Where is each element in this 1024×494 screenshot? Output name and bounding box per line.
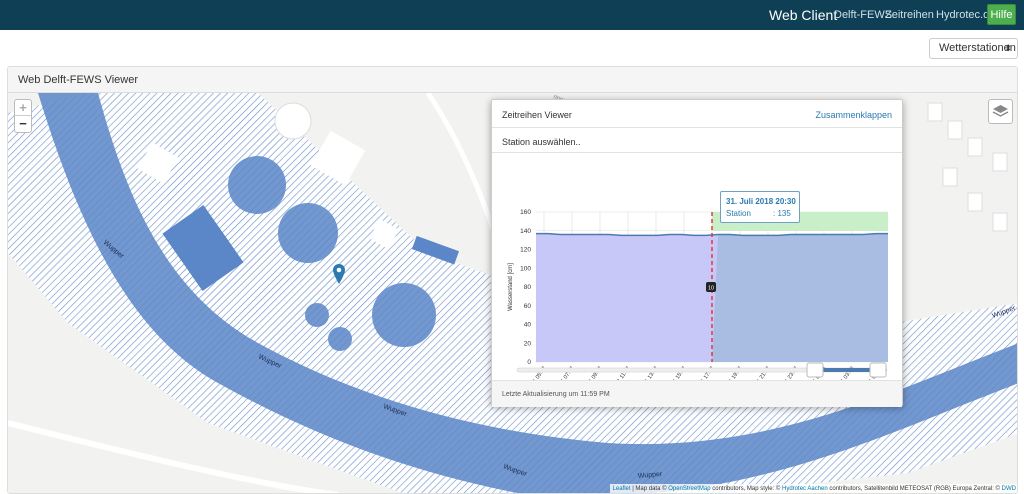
viewer-title: Zeitreihen Viewer (502, 110, 572, 120)
select-caret-icon: ⬍ (1004, 43, 1012, 53)
tooltip-date: 31. Juli 2018 20:30 (726, 197, 796, 206)
attrib-text-1: | Map data © (630, 486, 669, 492)
tooltip-label: Station (726, 209, 751, 218)
y-tick-label: 140 (520, 228, 531, 235)
time-range-slider[interactable] (492, 360, 904, 380)
collapse-link[interactable]: Zusammenklappen (815, 110, 892, 120)
y-tick-label: 160 (520, 209, 531, 216)
now-badge-text: 10 (708, 286, 714, 292)
nav-link-delft-fews[interactable]: Delft-FEWS (834, 9, 892, 21)
station-type-select[interactable]: Wetterstationen ⬍ (929, 38, 1018, 59)
slider-handle-end[interactable] (869, 362, 887, 378)
attrib-text-2: contributors, Map style: © (710, 486, 783, 492)
y-tick-label: 40 (524, 322, 532, 329)
attrib-osm-link[interactable]: OpenStreetMap (668, 486, 710, 492)
viewer-footer: Letzte Aktualisierung um 11:59 PM (492, 380, 902, 407)
panel-header: Web Delft-FEWS Viewer (8, 67, 1017, 93)
map-attribution: Leaflet | Map data © OpenStreetMap contr… (609, 484, 1017, 493)
area-forecast (712, 233, 888, 362)
y-tick-label: 20 (524, 340, 532, 347)
brand-title[interactable]: Web Client (769, 7, 837, 23)
attrib-text-3: contributors, Satellitenbild METEOSAT (R… (827, 486, 1002, 492)
chart-tooltip: 31. Juli 2018 20:30 Station : 135 (720, 191, 800, 223)
viewer-divider (492, 152, 902, 153)
y-tick-label: 60 (524, 303, 532, 310)
attrib-leaflet-link[interactable]: Leaflet (613, 486, 631, 492)
panel-title: Web Delft-FEWS Viewer (18, 74, 139, 86)
tooltip-value: : 135 (773, 209, 791, 218)
y-tick-label: 120 (520, 247, 531, 254)
last-update-text: Letzte Aktualisierung um 11:59 PM (502, 391, 610, 398)
viewer-header: Zeitreihen Viewer Zusammenklappen (492, 100, 902, 128)
nav-link-zeitreihen[interactable]: Zeitreihen (885, 9, 934, 21)
slider-handle-start[interactable] (806, 362, 824, 378)
timeseries-viewer: Zeitreihen Viewer Zusammenklappen Statio… (491, 99, 904, 407)
zoom-control: + − (14, 99, 32, 133)
now-badge: 10 (706, 282, 716, 292)
y-tick-label: 100 (520, 265, 531, 272)
navbar: Web Client Delft-FEWS Zeitreihen Hydrote… (0, 0, 1024, 30)
y-tick-label: 80 (524, 284, 532, 291)
zoom-out-button[interactable]: − (15, 116, 31, 132)
station-prompt: Station auswählen.. (502, 137, 581, 147)
y-ticks: 020406080100120140160 (520, 209, 531, 366)
attrib-dwd-link[interactable]: DWD (1002, 486, 1016, 492)
y-axis-label: Wasserstand [cm] (508, 263, 514, 311)
layers-button[interactable] (988, 99, 1013, 124)
attrib-hydrotec-link[interactable]: Hydrotec Aachen (782, 486, 828, 492)
zoom-in-button[interactable]: + (15, 100, 31, 116)
help-button[interactable]: Hilfe (987, 4, 1016, 25)
waterlevel-chart[interactable]: 020406080100120140160 07.31 05:07 07.31 0… (492, 155, 904, 380)
layers-icon (992, 105, 1009, 117)
